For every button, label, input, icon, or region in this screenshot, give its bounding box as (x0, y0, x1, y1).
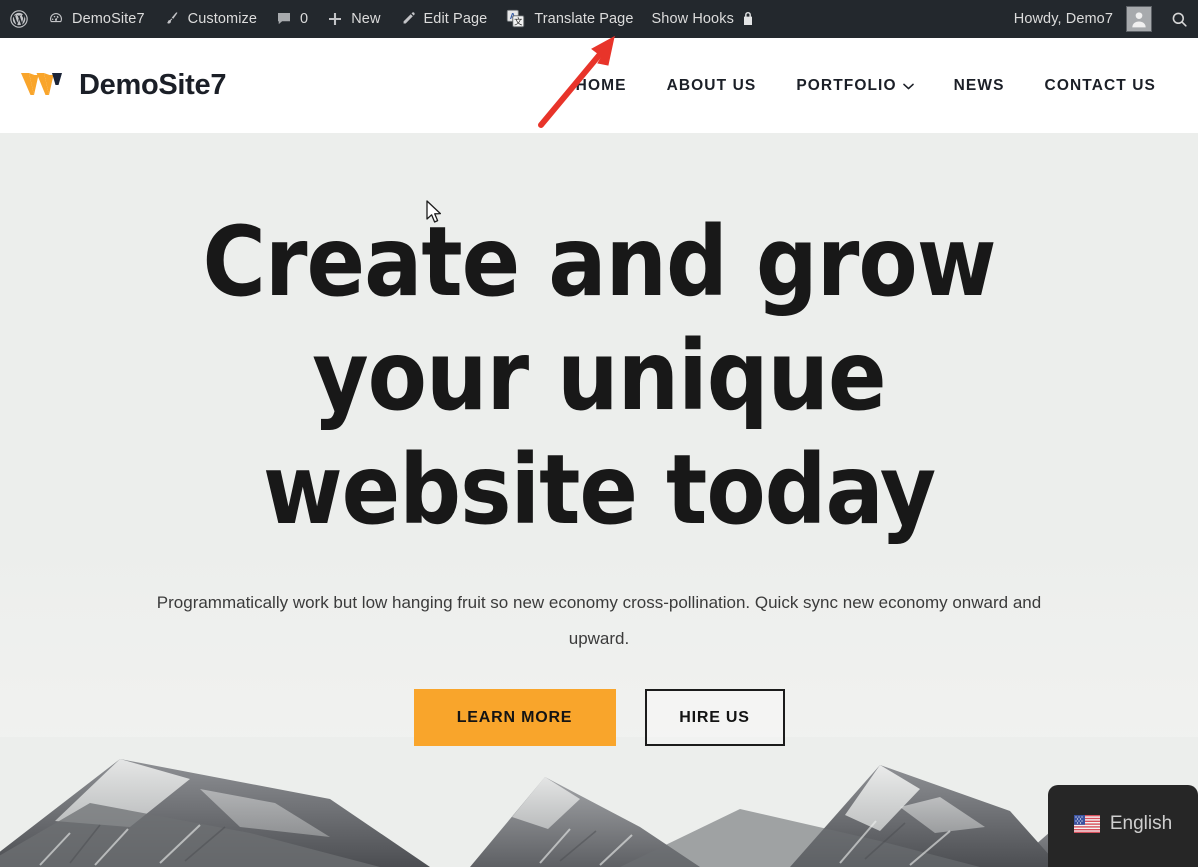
nav-item-contact-us-label: CONTACT US (1044, 76, 1156, 94)
admin-bar-customize-label: Customize (187, 11, 258, 27)
user-avatar-icon (1126, 6, 1152, 32)
admin-bar-item-site-name[interactable]: DemoSite7 (38, 0, 154, 38)
admin-bar-wp-logo-button[interactable] (0, 0, 38, 38)
learn-more-button[interactable]: LEARN MORE (413, 689, 616, 746)
dashboard-icon (47, 10, 65, 28)
admin-bar-howdy-label: Howdy, Demo7 (1013, 11, 1113, 27)
translate-icon: A 文 (505, 8, 527, 30)
w-logomark-icon (20, 69, 66, 103)
nav-item-home-label: HOME (575, 76, 627, 94)
admin-bar-show-hooks-label: Show Hooks (651, 11, 734, 27)
plus-icon (326, 10, 344, 28)
search-icon (1170, 10, 1189, 29)
lock-icon (741, 11, 755, 27)
admin-bar-item-show-hooks[interactable]: Show Hooks (643, 0, 764, 38)
svg-text:文: 文 (514, 17, 522, 27)
nav-item-contact-us[interactable]: CONTACT US (1025, 77, 1176, 95)
admin-bar-right-group: Howdy, Demo7 (1005, 0, 1198, 38)
nav-item-news[interactable]: NEWS (934, 77, 1025, 95)
hero-content: Create and grow your unique website toda… (0, 133, 1198, 746)
wp-admin-bar: DemoSite7 Customize 0 New Edit Page 文 Tr… (0, 0, 1198, 38)
hero-title: Create and grow your unique website toda… (202, 206, 997, 546)
admin-bar-item-edit-page[interactable]: Edit Page (390, 0, 497, 38)
admin-bar-left-group: DemoSite7 Customize 0 New Edit Page 文 Tr… (0, 0, 764, 38)
admin-bar-item-translate-page[interactable]: A 文 Translate Page (496, 0, 642, 38)
admin-bar-edit-page-label: Edit Page (423, 11, 488, 27)
hire-us-button[interactable]: HIRE US (644, 689, 785, 746)
site-header: DemoSite7 HOME ABOUT US PORTFOLIO NEWS C… (0, 38, 1198, 133)
nav-item-portfolio[interactable]: PORTFOLIO (776, 77, 933, 95)
mouse-pointer-icon (426, 200, 444, 226)
admin-bar-item-new-content[interactable]: New (317, 0, 389, 38)
comment-icon (275, 10, 293, 28)
language-switcher-current[interactable]: English (1073, 813, 1173, 835)
nav-item-home[interactable]: HOME (556, 77, 647, 95)
language-switcher-label: English (1109, 813, 1173, 834)
nav-item-about-us-label: ABOUT US (666, 76, 757, 94)
admin-bar-new-label: New (351, 11, 381, 27)
nav-item-portfolio-label: PORTFOLIO (796, 76, 897, 94)
snowy-mountain-range-photo (0, 737, 1198, 867)
language-switcher[interactable]: English (1048, 785, 1198, 867)
nav-item-about-us[interactable]: ABOUT US (647, 77, 777, 95)
admin-bar-search-button[interactable] (1161, 0, 1198, 38)
hero-subtitle: Programmatically work but low hanging fr… (156, 593, 1042, 648)
paintbrush-icon (163, 10, 181, 28)
admin-bar-site-name-label: DemoSite7 (72, 11, 145, 27)
site-title: DemoSite7 (79, 69, 227, 101)
nav-item-news-label: NEWS (953, 76, 1005, 94)
admin-bar-comment-count: 0 (300, 11, 309, 27)
pencil-icon (399, 10, 417, 28)
admin-bar-translate-page-label: Translate Page (534, 11, 634, 27)
admin-bar-item-comments[interactable]: 0 (266, 0, 317, 38)
hero-section: Create and grow your unique website toda… (0, 133, 1198, 867)
hero-cta-group: LEARN MORE HIRE US (0, 689, 1198, 746)
wordpress-logo-icon (9, 9, 29, 29)
primary-navigation: HOME ABOUT US PORTFOLIO NEWS CONTACT US (556, 77, 1198, 95)
chevron-down-icon (902, 82, 914, 92)
site-branding[interactable]: DemoSite7 (0, 69, 226, 103)
admin-bar-item-customize[interactable]: Customize (154, 0, 266, 38)
admin-bar-my-account[interactable]: Howdy, Demo7 (1005, 0, 1161, 38)
us-flag-icon (1073, 815, 1100, 833)
